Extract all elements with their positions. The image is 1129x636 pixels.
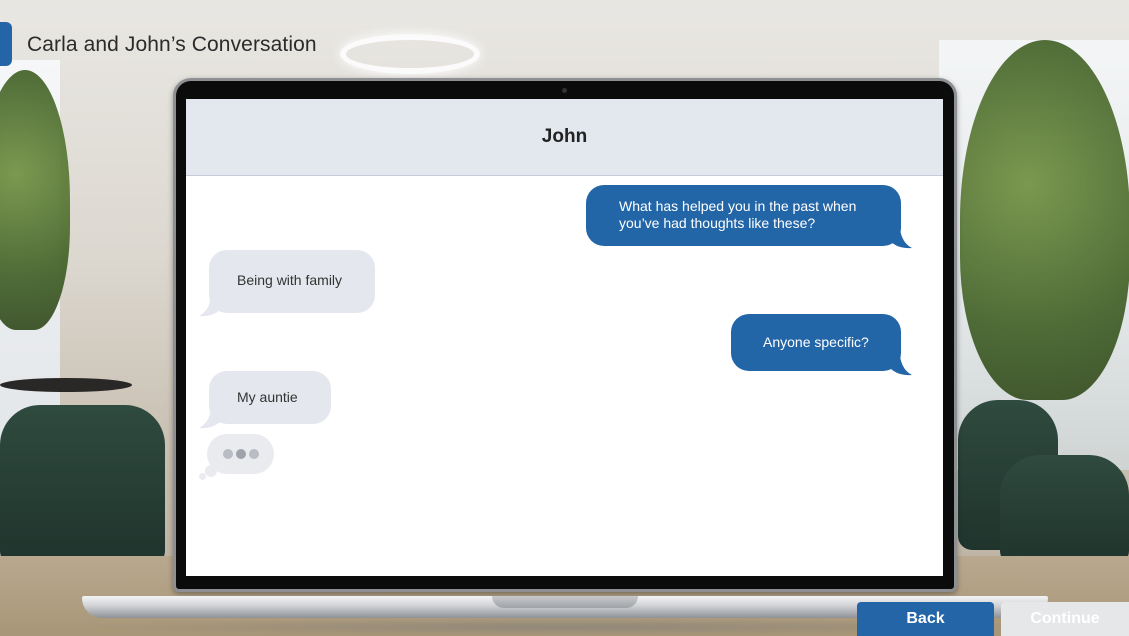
bubble-tail-incoming	[199, 409, 221, 429]
message-bubble-incoming: My auntie	[209, 371, 331, 424]
typing-dot	[222, 449, 233, 459]
title-accent-tab	[0, 22, 12, 66]
typing-indicator-puff	[205, 465, 217, 477]
ceiling-light	[340, 34, 480, 74]
message-text: Anyone specific?	[763, 334, 869, 350]
bubble-tail-incoming	[199, 297, 221, 317]
contact-name: John	[541, 126, 588, 147]
typing-dot	[248, 449, 259, 459]
table-left	[0, 378, 132, 392]
message-text: What has helped you in the past when you…	[619, 198, 857, 231]
laptop-base-notch	[492, 596, 638, 608]
typing-indicator-puff	[199, 473, 206, 480]
chat-screen: John What has helped you in the past whe…	[186, 99, 943, 576]
chair-left	[0, 405, 165, 565]
message-bubble-incoming: Being with family	[209, 250, 375, 313]
bubble-tail-outgoing	[890, 229, 912, 249]
message-text: My auntie	[237, 389, 298, 405]
camera-icon	[562, 88, 567, 93]
plant-right	[960, 40, 1129, 400]
message-text: Being with family	[237, 272, 343, 288]
chat-header: John	[186, 99, 943, 176]
continue-button[interactable]: Continue	[1001, 602, 1129, 636]
typing-indicator	[207, 434, 274, 474]
back-button[interactable]: Back	[857, 602, 994, 636]
typing-dot	[235, 449, 246, 459]
page-title: Carla and John’s Conversation	[27, 33, 317, 56]
chair-right-far	[1000, 455, 1129, 565]
bubble-tail-outgoing	[890, 356, 912, 376]
message-bubble-outgoing: What has helped you in the past when you…	[586, 185, 901, 246]
message-bubble-outgoing: Anyone specific?	[731, 314, 901, 371]
